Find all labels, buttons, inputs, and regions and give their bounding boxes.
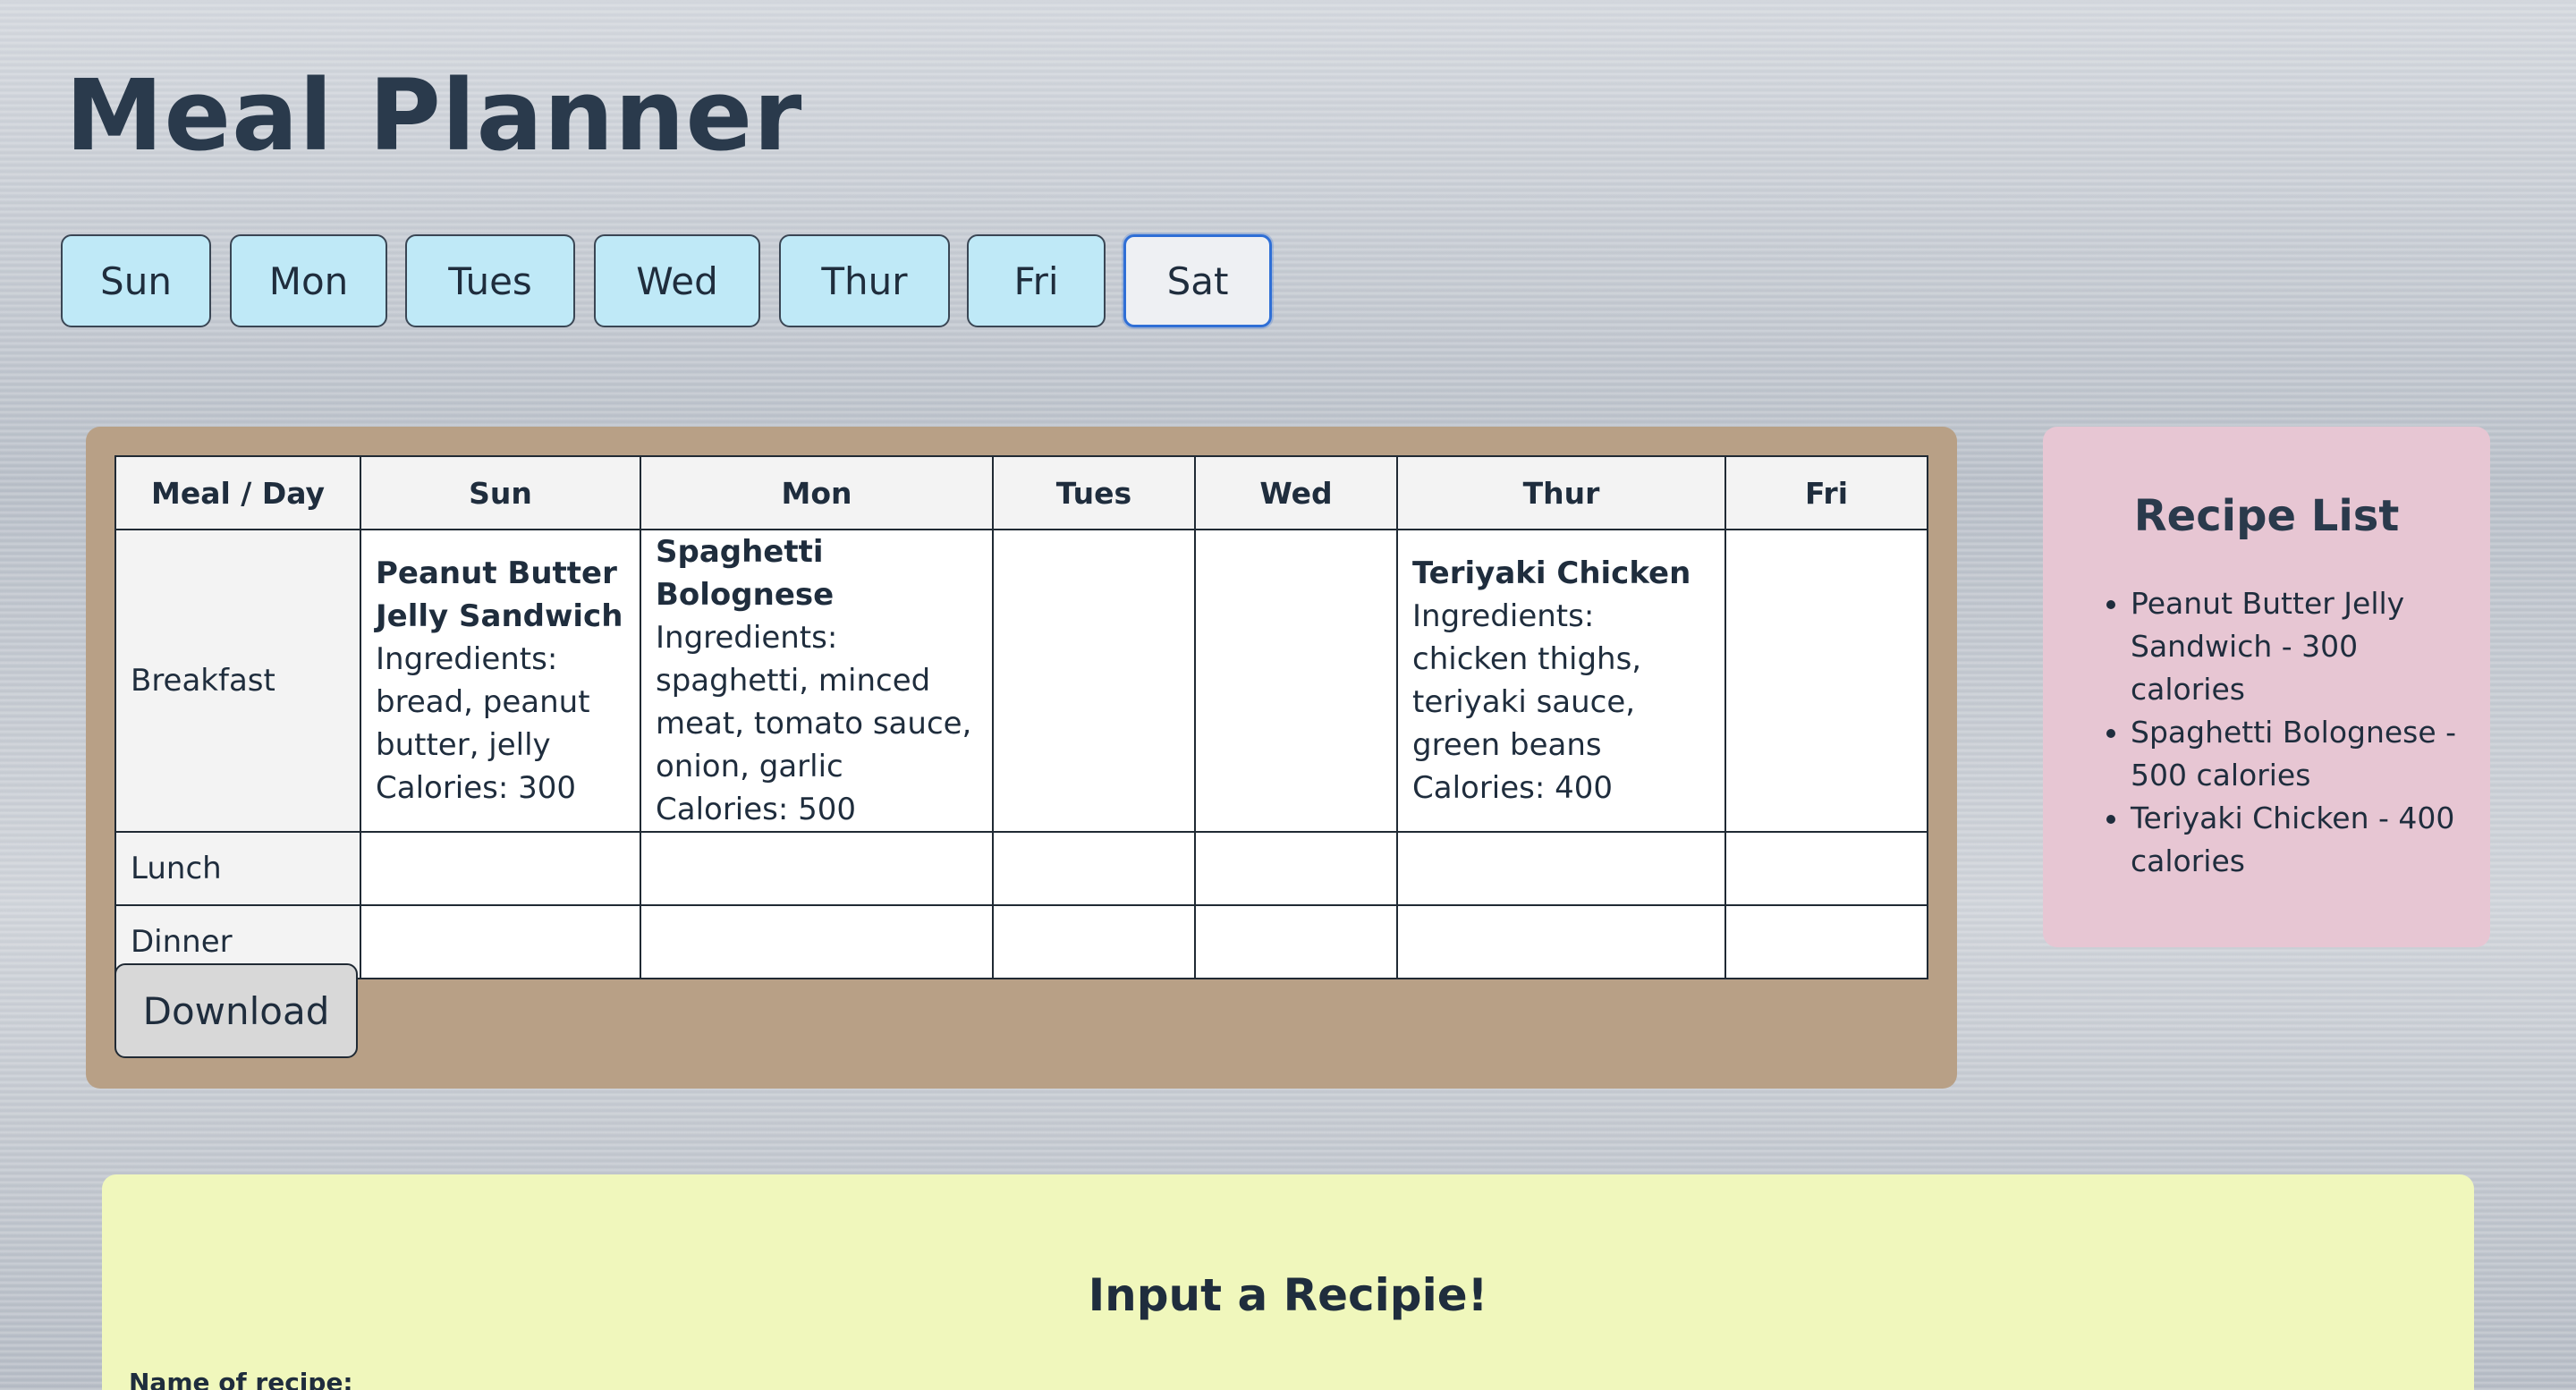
recipe-name: Peanut Butter Jelly Sandwich (376, 555, 623, 634)
meal-cell-lunch-tues[interactable] (992, 831, 1196, 906)
recipe-list-panel: Recipe List Peanut Butter Jelly Sandwich… (2043, 427, 2490, 947)
day-button-tues[interactable]: Tues (405, 234, 575, 327)
recipe-list-item: Peanut Butter Jelly Sandwich - 300 calor… (2131, 582, 2458, 711)
column-header-fri: Fri (1724, 455, 1928, 530)
recipe-calories: Calories: 300 (376, 770, 577, 806)
table-row-dinner: Dinner (114, 904, 1928, 979)
day-button-sun[interactable]: Sun (61, 234, 211, 327)
meal-cell-dinner-wed[interactable] (1194, 904, 1398, 979)
column-header-wed: Wed (1194, 455, 1398, 530)
meal-plan-table: Meal / Day Sun Mon Tues Wed Thur Fri Bre… (114, 455, 1928, 979)
page-title: Meal Planner (65, 58, 803, 173)
meal-cell-breakfast-fri[interactable] (1724, 529, 1928, 833)
meal-cell-lunch-wed[interactable] (1194, 831, 1398, 906)
meal-cell-lunch-mon[interactable] (640, 831, 994, 906)
row-header-lunch: Lunch (114, 831, 361, 906)
meal-cell-lunch-thur[interactable] (1396, 831, 1726, 906)
meal-cell-breakfast-mon[interactable]: Spaghetti Bolognese Ingredients: spaghet… (640, 529, 994, 833)
column-header-mon: Mon (640, 455, 994, 530)
day-button-wed[interactable]: Wed (594, 234, 760, 327)
table-header-row: Meal / Day Sun Mon Tues Wed Thur Fri (114, 455, 1928, 530)
table-row-breakfast: Breakfast Peanut Butter Jelly Sandwich I… (114, 529, 1928, 833)
recipe-ingredients: Ingredients: bread, peanut butter, jelly (376, 641, 590, 763)
meal-cell-dinner-sun[interactable] (360, 904, 641, 979)
recipe-name: Spaghetti Bolognese (656, 534, 835, 613)
column-header-thur: Thur (1396, 455, 1726, 530)
recipe-list-title: Recipe List (2133, 491, 2400, 541)
recipe-name-label: Name of recipe: (129, 1368, 353, 1390)
download-button[interactable]: Download (114, 963, 358, 1058)
column-header-tues: Tues (992, 455, 1196, 530)
meal-planner-panel: Meal / Day Sun Mon Tues Wed Thur Fri Bre… (86, 427, 1957, 1089)
meal-cell-breakfast-tues[interactable] (992, 529, 1196, 833)
meal-cell-dinner-mon[interactable] (640, 904, 994, 979)
meal-cell-lunch-fri[interactable] (1724, 831, 1928, 906)
row-header-breakfast: Breakfast (114, 529, 361, 833)
day-button-thur[interactable]: Thur (779, 234, 950, 327)
meal-cell-dinner-thur[interactable] (1396, 904, 1726, 979)
table-row-lunch: Lunch (114, 831, 1928, 906)
recipe-list: Peanut Butter Jelly Sandwich - 300 calor… (2075, 582, 2458, 883)
day-button-fri[interactable]: Fri (967, 234, 1106, 327)
recipe-ingredients: Ingredients: chicken thighs, teriyaki sa… (1412, 598, 1642, 763)
meal-cell-dinner-tues[interactable] (992, 904, 1196, 979)
meal-cell-dinner-fri[interactable] (1724, 904, 1928, 979)
recipe-input-title: Input a Recipie! (1088, 1269, 1488, 1321)
meal-cell-breakfast-wed[interactable] (1194, 529, 1398, 833)
meal-cell-breakfast-sun[interactable]: Peanut Butter Jelly Sandwich Ingredients… (360, 529, 641, 833)
recipe-name: Teriyaki Chicken (1412, 555, 1691, 591)
recipe-list-item: Teriyaki Chicken - 400 calories (2131, 797, 2458, 883)
meal-cell-lunch-sun[interactable] (360, 831, 641, 906)
meal-cell-breakfast-thur[interactable]: Teriyaki Chicken Ingredients: chicken th… (1396, 529, 1726, 833)
recipe-calories: Calories: 500 (656, 792, 857, 827)
day-button-mon[interactable]: Mon (230, 234, 387, 327)
recipe-calories: Calories: 400 (1412, 770, 1614, 806)
column-header-meal-day: Meal / Day (114, 455, 361, 530)
column-header-sun: Sun (360, 455, 641, 530)
day-button-sat[interactable]: Sat (1123, 234, 1272, 327)
recipe-list-item: Spaghetti Bolognese - 500 calories (2131, 711, 2458, 797)
recipe-ingredients: Ingredients: spaghetti, minced meat, tom… (656, 620, 972, 784)
recipe-input-panel: Input a Recipie! Name of recipe: (102, 1174, 2474, 1390)
